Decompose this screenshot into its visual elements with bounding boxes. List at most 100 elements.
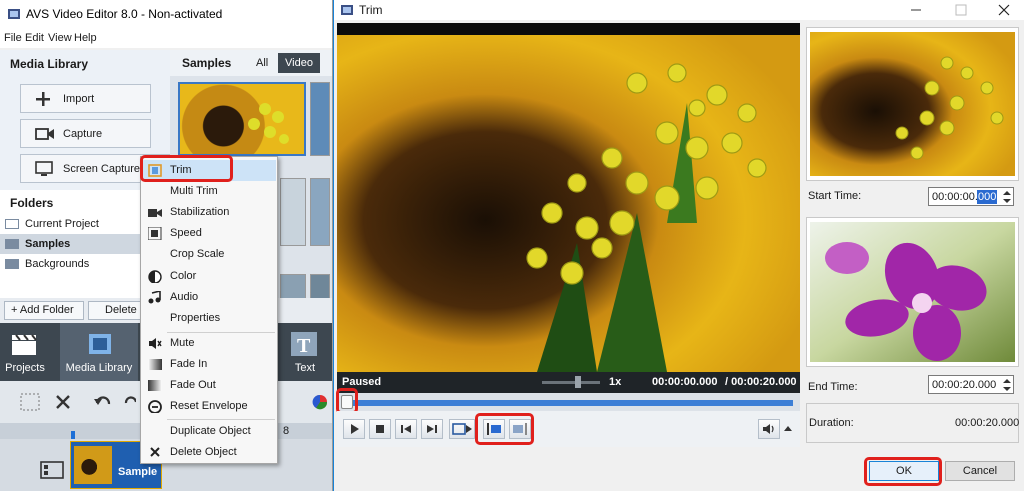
film-icon: [89, 334, 111, 354]
speed-icon: [148, 227, 162, 240]
camera-icon: [35, 128, 54, 140]
menu-item-audio[interactable]: Audio: [142, 287, 276, 308]
end-time-field[interactable]: 00:00:20.000: [928, 375, 1014, 394]
menu-file[interactable]: File: [4, 32, 22, 44]
color-wheel-icon[interactable]: [312, 394, 328, 410]
start-time-label: Start Time:: [808, 190, 862, 202]
menu-item-fade-out[interactable]: Fade Out: [142, 375, 276, 396]
menu-item-reset-envelope[interactable]: Reset Envelope: [142, 396, 276, 417]
next-frame-button[interactable]: [421, 419, 443, 439]
menu-item-label: Reset Envelope: [170, 400, 248, 412]
trim-dialog-title: Trim: [359, 3, 383, 17]
close-icon[interactable]: [998, 4, 1010, 16]
spinner-icon[interactable]: [1003, 190, 1011, 204]
menu-item-speed[interactable]: Speed: [142, 223, 276, 244]
end-time-value: 00:00:20.000: [932, 379, 997, 391]
seek-bar[interactable]: [337, 393, 800, 411]
trim-settings-panel: Start Time: 00:00:00. 000 End Time: 00:0…: [804, 23, 1022, 443]
filter-video-tab[interactable]: Video: [278, 53, 320, 73]
play-button[interactable]: [343, 419, 365, 439]
film-play-icon: [452, 423, 472, 435]
menu-item-label: Crop Scale: [170, 248, 225, 260]
clapperboard-icon: [12, 334, 37, 355]
mark-buttons-highlight-annotation: [475, 413, 534, 445]
menu-item-label: Delete Object: [170, 446, 237, 458]
next-icon: [427, 425, 437, 433]
snapshot-button[interactable]: [449, 419, 475, 439]
trim-titlebar: Trim: [334, 0, 1024, 20]
start-frame-preview: [806, 27, 1019, 181]
video-frame-image: [337, 35, 800, 372]
speed-slider-thumb[interactable]: [575, 376, 581, 388]
video-thumbnail-3[interactable]: [310, 178, 330, 246]
start-time-selected: 000: [977, 190, 998, 204]
volume-dropdown-icon[interactable]: [784, 426, 792, 432]
menu-help[interactable]: Help: [74, 32, 97, 44]
samples-header: Samples All Video: [170, 50, 332, 76]
end-frame-preview: [806, 217, 1019, 367]
play-icon: [351, 424, 359, 434]
menu-item-delete-object[interactable]: Delete Object: [142, 442, 276, 463]
video-thumbnail-2[interactable]: [310, 82, 330, 156]
main-window-title: AVS Video Editor 8.0 - Non-activated: [26, 7, 223, 21]
stop-icon: [376, 425, 384, 433]
import-button[interactable]: Import: [20, 84, 151, 113]
menu-item-duplicate-object[interactable]: Duplicate Object: [142, 421, 276, 442]
playback-speed: 1x: [609, 376, 622, 388]
svg-text:T: T: [297, 335, 311, 356]
menu-view[interactable]: View: [48, 32, 72, 44]
trim-highlight-annotation: [140, 155, 233, 182]
menu-item-crop-scale[interactable]: Crop Scale: [142, 244, 276, 265]
volume-button[interactable]: [758, 419, 780, 439]
menu-item-label: Stabilization: [170, 206, 230, 218]
projects-tool[interactable]: Projects: [0, 323, 50, 381]
playback-status: Paused: [342, 376, 382, 388]
menu-edit[interactable]: Edit: [25, 32, 44, 44]
delete-folder-button[interactable]: Delete F: [88, 301, 148, 320]
projects-label: Projects: [5, 362, 45, 374]
plus-icon: [36, 92, 50, 106]
delete-icon[interactable]: [55, 394, 71, 410]
start-time-value: 00:00:00.: [932, 191, 978, 203]
duration-box: Duration: 00:00:20.000: [806, 403, 1019, 443]
minimize-icon[interactable]: [910, 4, 922, 16]
menu-item-properties[interactable]: Properties: [142, 308, 276, 329]
maximize-icon[interactable]: [955, 4, 967, 16]
redo-icon[interactable]: [124, 394, 136, 410]
clip-context-menu: Trim Multi Trim Stabilization Speed Crop…: [140, 156, 278, 464]
cancel-button[interactable]: Cancel: [945, 461, 1015, 481]
fade-in-icon: [148, 359, 162, 370]
spinner-icon[interactable]: [1003, 378, 1011, 392]
text-tool[interactable]: T Text: [280, 323, 330, 381]
menu-item-color[interactable]: Color: [142, 266, 276, 287]
playhead-marker[interactable]: [71, 431, 75, 439]
seek-bar-track[interactable]: [343, 400, 793, 406]
menu-item-fade-in[interactable]: Fade In: [142, 354, 276, 375]
screen-capture-label: Screen Capture: [63, 163, 141, 175]
undo-icon[interactable]: [93, 394, 113, 410]
capture-button[interactable]: Capture: [20, 119, 151, 148]
media-library-tool[interactable]: Media Library: [60, 323, 138, 381]
previous-frame-button[interactable]: [395, 419, 417, 439]
speed-slider-track[interactable]: [542, 381, 600, 384]
import-label: Import: [63, 93, 95, 105]
split-icon[interactable]: [20, 393, 40, 411]
menu-item-multi-trim[interactable]: Multi Trim: [142, 181, 276, 202]
add-folder-button[interactable]: + Add Folder: [4, 301, 84, 320]
video-preview[interactable]: [337, 23, 800, 393]
start-time-field[interactable]: 00:00:00. 000: [928, 187, 1014, 206]
menu-item-stabilization[interactable]: Stabilization: [142, 202, 276, 223]
film-track-icon: [40, 461, 64, 479]
trim-dialog-icon: [341, 5, 353, 15]
filter-all-tab[interactable]: All: [256, 57, 268, 69]
samples-title: Samples: [182, 56, 232, 70]
video-thumbnail-4[interactable]: [280, 178, 306, 246]
color-icon: [148, 270, 162, 283]
menu-item-mute[interactable]: Mute: [142, 333, 276, 354]
stop-button[interactable]: [369, 419, 391, 439]
menu-item-label: Speed: [170, 227, 202, 239]
video-thumbnail-flower[interactable]: [178, 82, 306, 156]
ok-highlight-annotation: [864, 457, 942, 486]
music-note-icon: [148, 291, 161, 304]
mute-icon: [149, 338, 162, 349]
